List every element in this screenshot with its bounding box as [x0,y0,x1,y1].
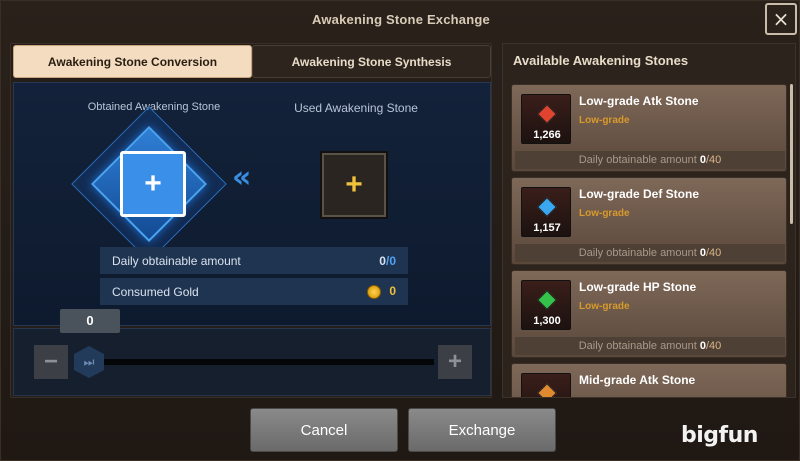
exchange-button[interactable]: Exchange [408,408,556,452]
stone-grade: Low-grade [579,208,630,219]
quantity-slider-area: 0 − ⏭ + [13,309,491,396]
used-stone-label: Used Awakening Stone [294,101,418,115]
window-title: Awakening Stone Exchange [312,12,490,27]
used-stone-slot[interactable]: + [320,151,388,219]
stone-count: 1,157 [533,222,561,234]
green-gem-icon [537,290,557,310]
orange-gem-icon [537,383,557,397]
consumed-gold-label: Consumed Gold [112,284,199,299]
stone-icon-frame: 1,266 [521,94,571,144]
stone-daily-amount: Daily obtainable amount 0/40 [515,244,785,262]
conversion-panel: Awakening Stone Conversion Awakening Sto… [10,43,492,398]
stone-name: Low-grade HP Stone [579,280,697,294]
stone-count: 1,266 [533,129,561,141]
stone-card[interactable]: 1,157 Low-grade Def Stone Low-grade Dail… [511,177,787,265]
stone-icon-frame: 1,300 [521,280,571,330]
available-stones-panel: Available Awakening Stones 1,266 Low-gra… [502,43,796,398]
consumed-gold-value: 0 [367,284,396,299]
stone-grade: Low-grade [579,115,630,126]
obtained-stone-slot[interactable]: + [120,151,186,217]
cancel-button[interactable]: Cancel [250,408,398,452]
tab-synthesis[interactable]: Awakening Stone Synthesis [252,45,491,78]
slider-track[interactable] [84,359,434,365]
increase-button[interactable]: + [438,345,472,379]
stone-card[interactable]: Mid-grade Atk Stone [511,363,787,397]
daily-amount-label: Daily obtainable amount [112,253,241,268]
stone-card[interactable]: 1,266 Low-grade Atk Stone Low-grade Dail… [511,84,787,172]
exchange-window: Awakening Stone Exchange × Awakening Sto… [0,0,800,461]
stone-daily-amount: Daily obtainable amount 0/40 [515,151,785,169]
obtained-stone-frame: + [71,106,227,262]
stone-name: Low-grade Def Stone [579,187,700,201]
stone-card[interactable]: 1,300 Low-grade HP Stone Low-grade Daily… [511,270,787,358]
plus-icon: + [345,168,363,201]
double-chevron-left-icon: « [232,160,252,195]
available-stones-title: Available Awakening Stones [513,53,689,68]
fast-forward-icon: ⏭ [83,354,95,369]
tab-bar: Awakening Stone Conversion Awakening Sto… [13,45,491,78]
stone-daily-amount: Daily obtainable amount 0/40 [515,337,785,355]
slider-handle[interactable]: ⏭ [74,346,104,378]
red-gem-icon [537,104,557,124]
stone-name: Mid-grade Atk Stone [579,373,696,387]
stone-name: Low-grade Atk Stone [579,94,699,108]
daily-amount-value: 0/0 [379,253,396,268]
stone-icon-frame: 1,157 [521,187,571,237]
close-button[interactable]: × [765,3,797,35]
stone-icon-frame [521,373,571,397]
stone-grade: Low-grade [579,301,630,312]
slider-value-bubble: 0 [60,309,120,333]
bigfun-watermark: bigfun [681,423,758,448]
close-icon: × [772,7,790,31]
conversion-stage: Obtained Awakening Stone Used Awakening … [13,82,491,326]
minus-icon: − [43,348,58,375]
daily-amount-row: Daily obtainable amount 0/0 [100,247,408,274]
decrease-button[interactable]: − [34,345,68,379]
stones-scrollbar[interactable] [790,84,793,224]
gold-coin-icon [367,284,382,299]
plus-icon: + [144,167,162,200]
consumed-gold-row: Consumed Gold 0 [100,278,408,305]
blue-gem-icon [537,197,557,217]
stone-count: 1,300 [533,315,561,327]
tab-conversion[interactable]: Awakening Stone Conversion [13,45,252,78]
plus-icon: + [447,348,462,375]
